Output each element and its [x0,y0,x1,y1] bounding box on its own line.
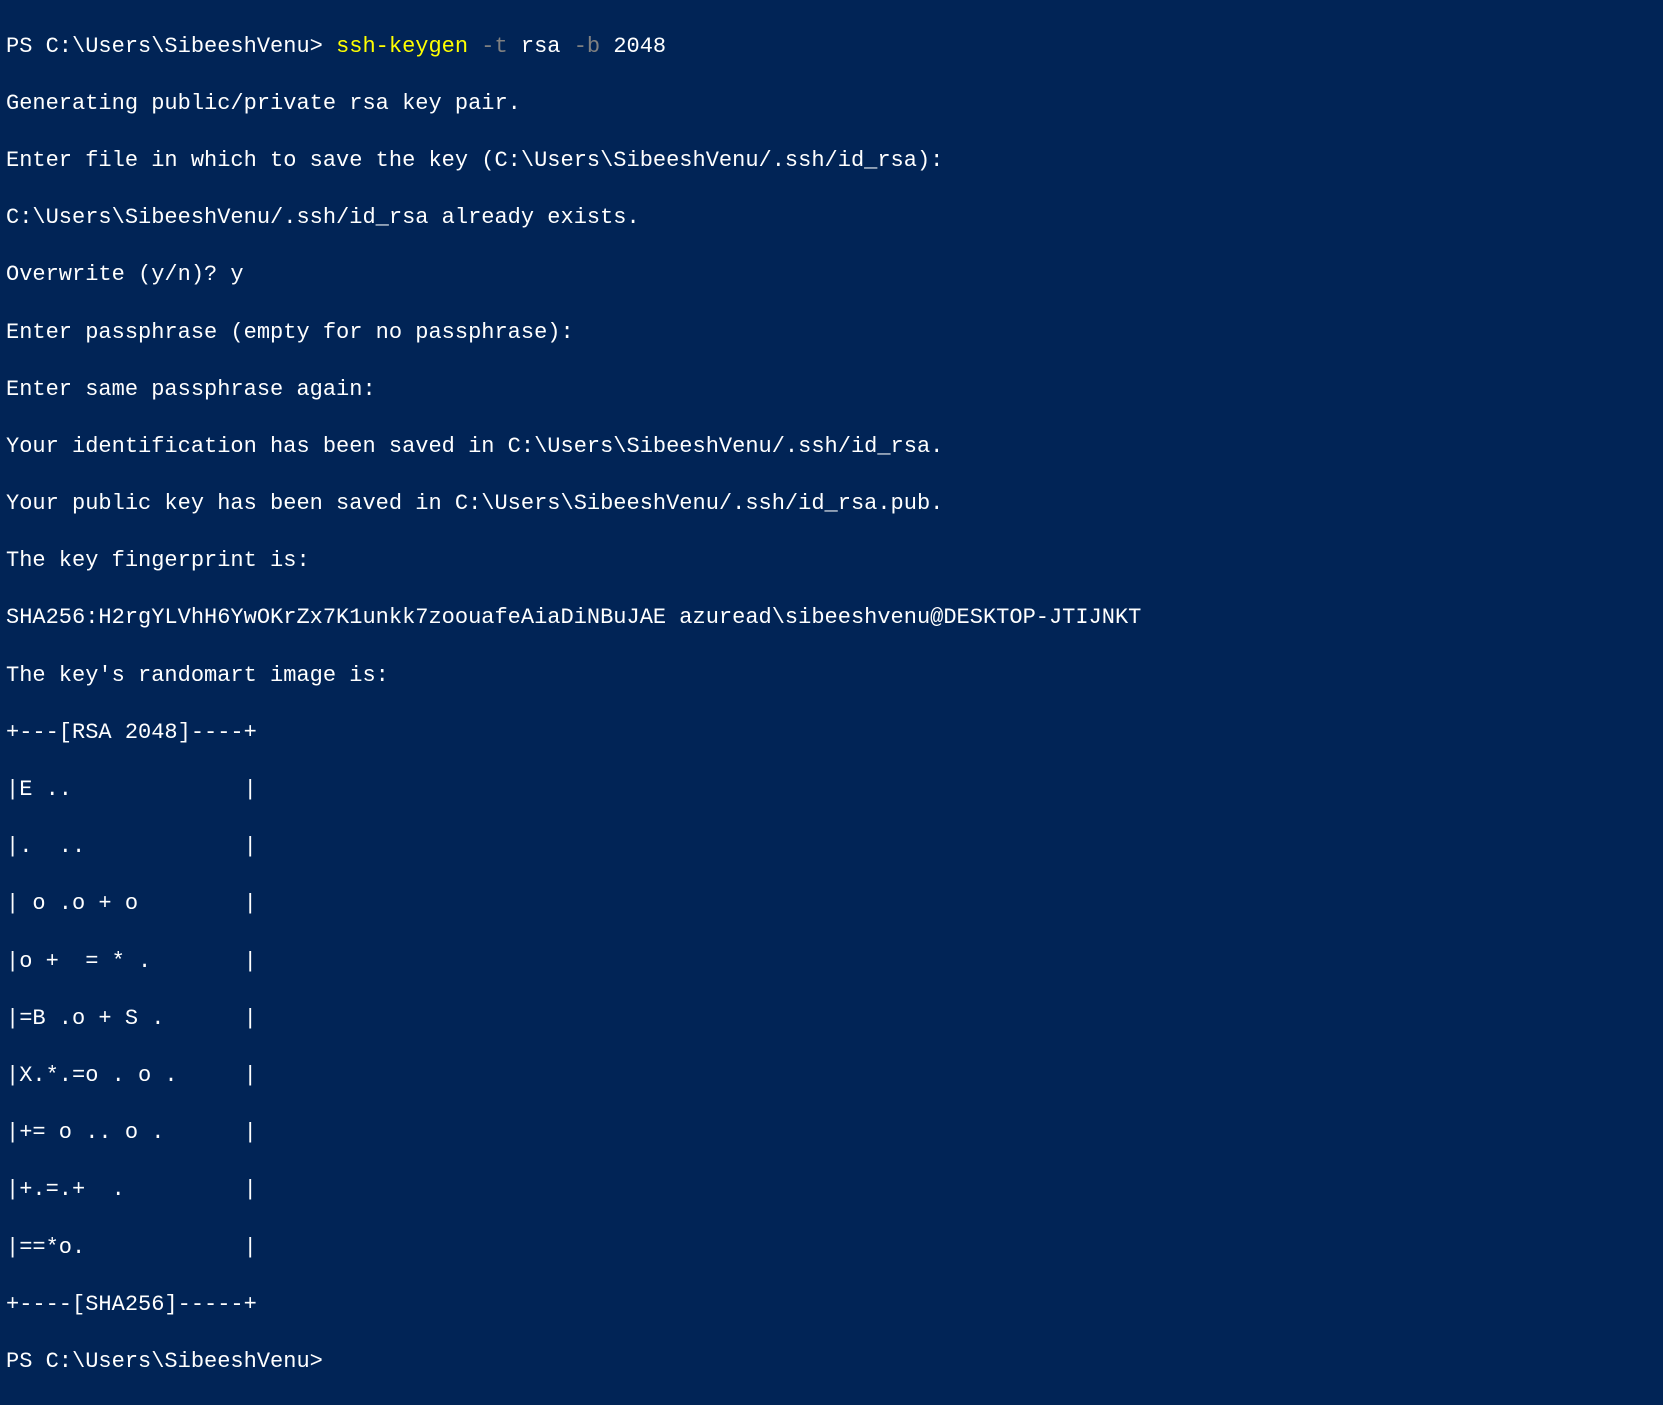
output-line: Enter file in which to save the key (C:\… [6,147,1657,176]
arg-rsa: rsa [521,34,574,59]
output-line: Overwrite (y/n)? y [6,261,1657,290]
flag-t: -t [481,34,521,59]
output-line: Enter same passphrase again: [6,376,1657,405]
output-line: Your identification has been saved in C:… [6,433,1657,462]
prompt-2[interactable]: PS C:\Users\SibeeshVenu> [6,1348,1657,1377]
randomart-line: | o .o + o | [6,890,1657,919]
output-line: SHA256:H2rgYLVhH6YwOKrZx7K1unkk7zoouafeA… [6,604,1657,633]
prompt-1: PS C:\Users\SibeeshVenu> [6,34,336,59]
randomart-line: |E .. | [6,776,1657,805]
arg-2048: 2048 [613,34,666,59]
output-line: Enter passphrase (empty for no passphras… [6,319,1657,348]
output-line: The key fingerprint is: [6,547,1657,576]
randomart-line: |+= o .. o . | [6,1119,1657,1148]
randomart-line: +---[RSA 2048]----+ [6,719,1657,748]
output-line: Generating public/private rsa key pair. [6,90,1657,119]
randomart-line: +----[SHA256]-----+ [6,1291,1657,1320]
terminal-window[interactable]: PS C:\Users\SibeeshVenu> ssh-keygen -t r… [6,4,1657,1405]
command-name: ssh-keygen [336,34,481,59]
randomart-line: |+.=.+ . | [6,1176,1657,1205]
output-line: C:\Users\SibeeshVenu/.ssh/id_rsa already… [6,204,1657,233]
randomart-line: |. .. | [6,833,1657,862]
randomart-line: |=B .o + S . | [6,1005,1657,1034]
output-line: Your public key has been saved in C:\Use… [6,490,1657,519]
command-line-1: PS C:\Users\SibeeshVenu> ssh-keygen -t r… [6,33,1657,62]
randomart-line: |o + = * . | [6,948,1657,977]
randomart-line: |X.*.=o . o . | [6,1062,1657,1091]
randomart-line: |==*o. | [6,1234,1657,1263]
flag-b: -b [574,34,614,59]
output-line: The key's randomart image is: [6,662,1657,691]
